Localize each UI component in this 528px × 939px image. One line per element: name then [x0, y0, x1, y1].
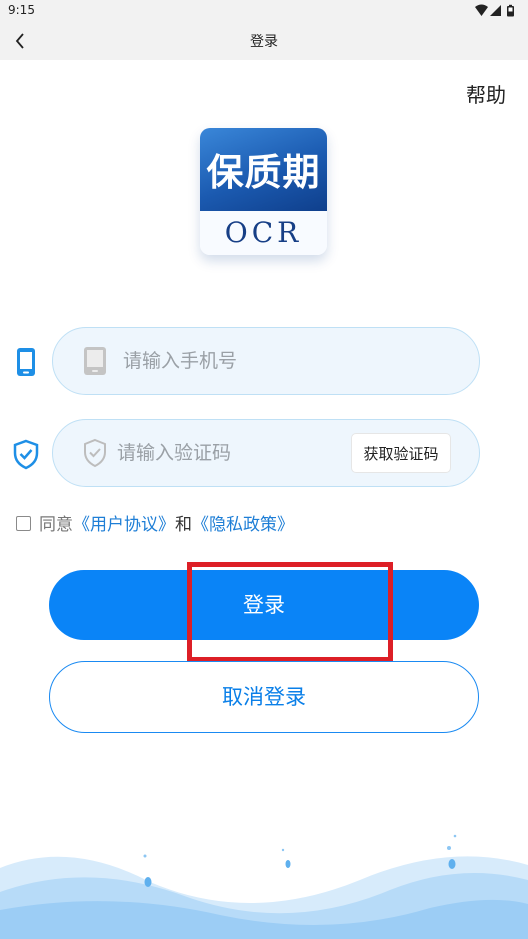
logo-subtitle: OCR: [224, 216, 303, 249]
help-link[interactable]: 帮助: [466, 79, 506, 108]
signal-icon: [490, 5, 501, 16]
shield-check-icon: [12, 438, 40, 470]
agreement-text: 同意《用户协议》和《隐私政策》: [39, 510, 294, 535]
page-title: 登录: [250, 34, 278, 50]
highlight-box: [187, 562, 393, 662]
cancel-login-button[interactable]: 取消登录: [49, 661, 479, 733]
agreement-prefix: 同意: [39, 515, 73, 535]
agreement-conjunction: 和: [175, 515, 192, 535]
get-code-button[interactable]: 获取验证码: [351, 433, 451, 473]
wifi-icon: [475, 4, 488, 16]
shield-outline-icon: [81, 438, 109, 468]
status-time: 9:15: [8, 3, 35, 17]
privacy-policy-link[interactable]: 《隐私政策》: [192, 515, 294, 535]
agreement-checkbox[interactable]: [16, 516, 31, 531]
wave-decoration: [0, 834, 528, 939]
app-logo: 保质期 OCR: [200, 128, 327, 255]
code-field: 获取验证码: [52, 419, 480, 487]
status-icons: [474, 3, 518, 22]
phone-outline-icon: [81, 346, 109, 376]
status-bar: 9:15: [0, 0, 528, 22]
battery-icon: [507, 4, 514, 17]
phone-field: [52, 327, 480, 395]
nav-bar: 登录: [0, 22, 528, 60]
phone-input[interactable]: [123, 346, 373, 376]
mobile-phone-icon: [12, 346, 40, 378]
user-agreement-link[interactable]: 《用户协议》: [73, 515, 175, 535]
code-input[interactable]: [117, 438, 337, 468]
logo-title: 保质期: [206, 151, 321, 194]
